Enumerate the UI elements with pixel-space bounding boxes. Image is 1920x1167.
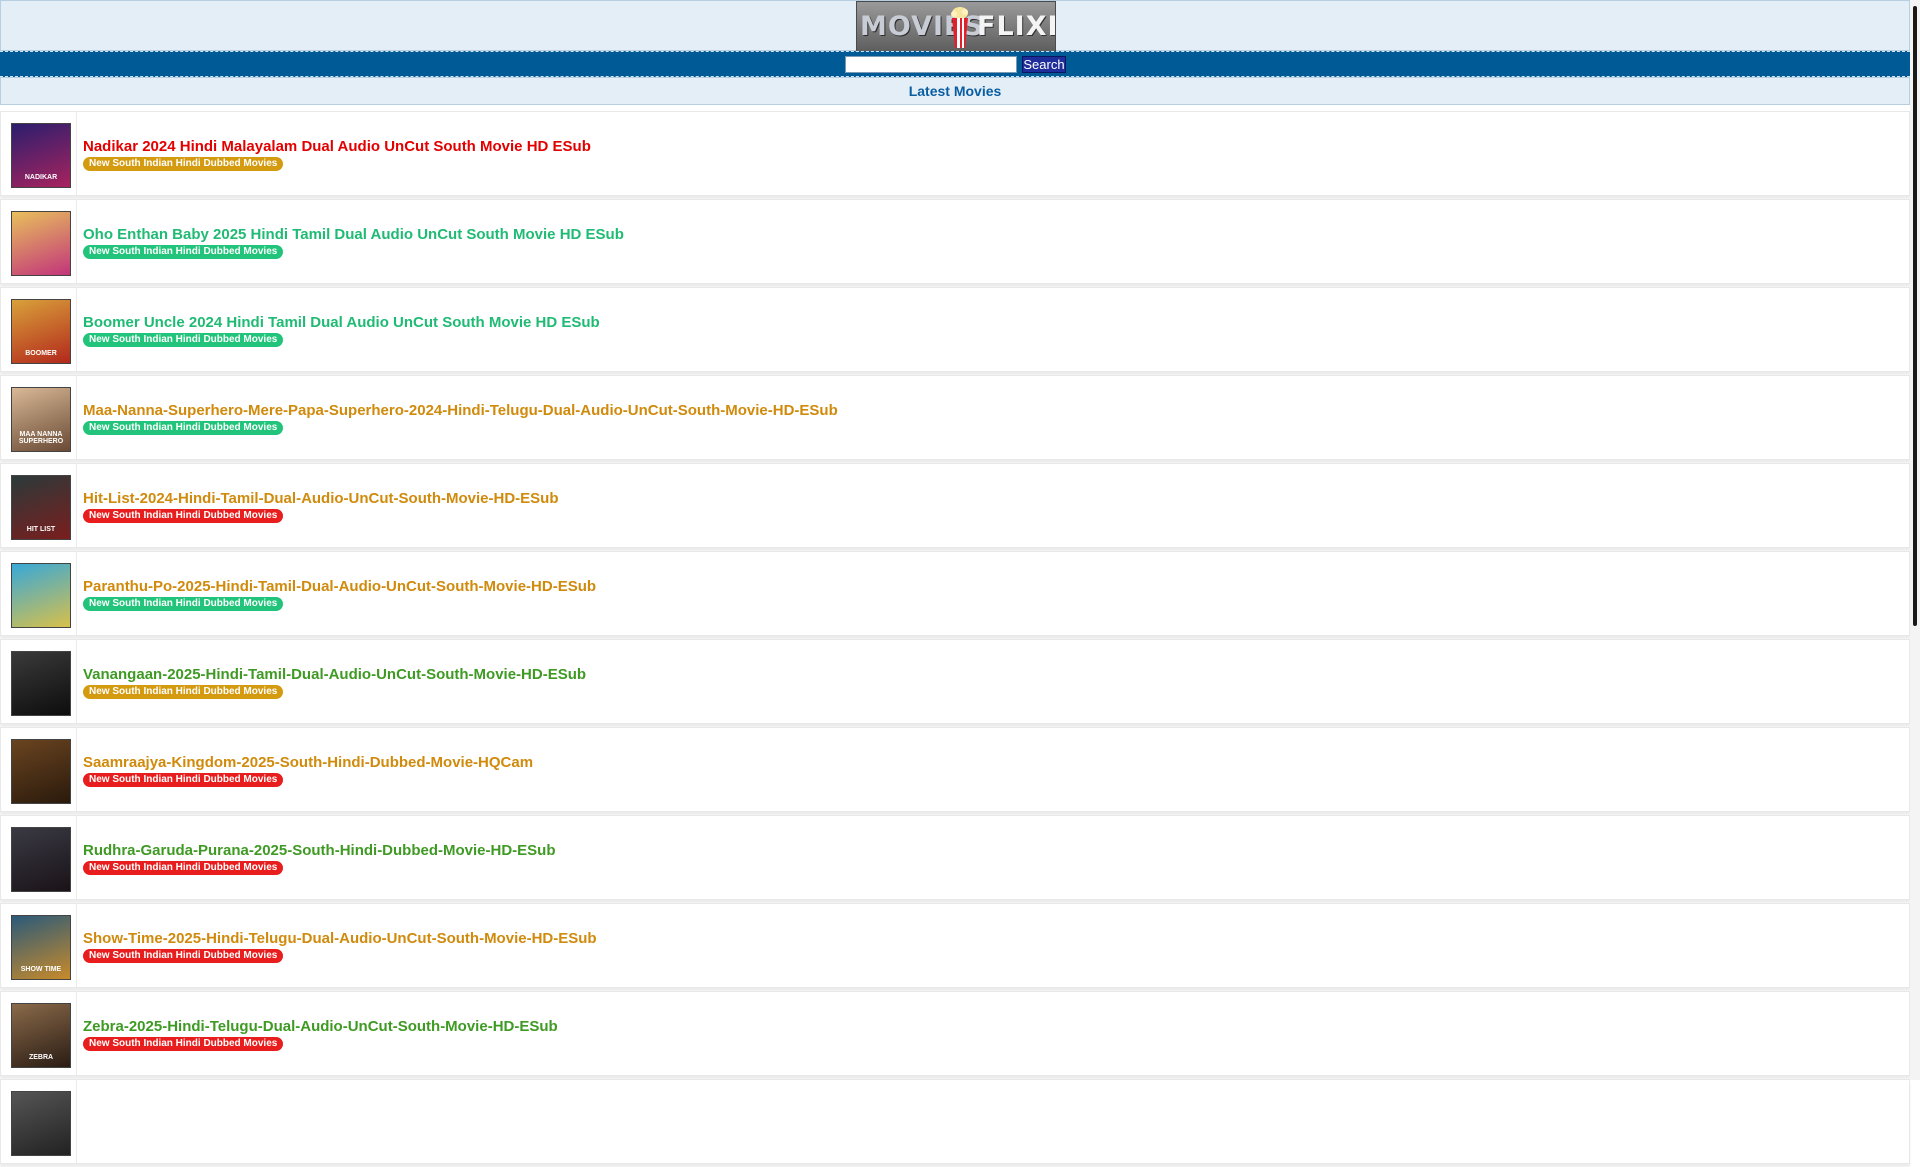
poster-cell: NADIKAR bbox=[1, 112, 77, 196]
movie-list-item[interactable]: Oho Enthan Baby 2025 Hindi Tamil Dual Au… bbox=[0, 199, 1910, 284]
movie-poster[interactable] bbox=[11, 827, 71, 892]
category-badge[interactable]: New South Indian Hindi Dubbed Movies bbox=[83, 597, 284, 611]
poster-text: SHOW TIME bbox=[20, 966, 62, 973]
movie-list-item[interactable]: HIT LIST Hit-List-2024-Hindi-Tamil-Dual-A… bbox=[0, 463, 1910, 548]
movie-poster[interactable] bbox=[11, 563, 71, 628]
movie-poster[interactable]: BOOMER bbox=[11, 299, 71, 364]
movie-list-item[interactable] bbox=[0, 1079, 1910, 1164]
movie-list-item[interactable]: Vanangaan-2025-Hindi-Tamil-Dual-Audio-Un… bbox=[0, 639, 1910, 724]
poster-text: NADIKAR bbox=[24, 174, 58, 181]
movie-title-link[interactable]: Oho Enthan Baby 2025 Hindi Tamil Dual Au… bbox=[83, 226, 624, 243]
movie-poster[interactable]: MAA NANNA SUPERHERO bbox=[11, 387, 71, 452]
movie-title-link[interactable]: Zebra-2025-Hindi-Telugu-Dual-Audio-UnCut… bbox=[83, 1018, 558, 1035]
poster-cell bbox=[1, 728, 77, 812]
movie-title-link[interactable]: Hit-List-2024-Hindi-Tamil-Dual-Audio-UnC… bbox=[83, 490, 559, 507]
movie-poster[interactable]: HIT LIST bbox=[11, 475, 71, 540]
movie-title-link[interactable]: Paranthu-Po-2025-Hindi-Tamil-Dual-Audio-… bbox=[83, 578, 596, 595]
search-bar: Search bbox=[0, 51, 1910, 77]
site-header: MOVIES FLIXER bbox=[0, 0, 1910, 52]
poster-cell bbox=[1, 640, 77, 724]
category-badge[interactable]: New South Indian Hindi Dubbed Movies bbox=[83, 421, 284, 435]
movie-list-item[interactable]: BOOMER Boomer Uncle 2024 Hindi Tamil Dual… bbox=[0, 287, 1910, 372]
movie-list-item[interactable]: ZEBRA Zebra-2025-Hindi-Telugu-Dual-Audio-… bbox=[0, 991, 1910, 1076]
movie-title-link[interactable]: Rudhra-Garuda-Purana-2025-South-Hindi-Du… bbox=[83, 842, 556, 859]
poster-cell: BOOMER bbox=[1, 288, 77, 372]
poster-cell: SHOW TIME bbox=[1, 904, 77, 988]
poster-cell: ZEBRA bbox=[1, 992, 77, 1076]
category-badge[interactable]: New South Indian Hindi Dubbed Movies bbox=[83, 333, 284, 347]
section-title: Latest Movies bbox=[0, 77, 1910, 105]
movie-poster[interactable] bbox=[11, 651, 71, 716]
poster-cell: HIT LIST bbox=[1, 464, 77, 548]
search-button[interactable]: Search bbox=[1022, 56, 1066, 73]
poster-cell bbox=[1, 1080, 77, 1164]
category-badge[interactable]: New South Indian Hindi Dubbed Movies bbox=[83, 245, 284, 259]
movie-poster[interactable]: ZEBRA bbox=[11, 1003, 71, 1068]
movie-list-item[interactable]: MAA NANNA SUPERHERO Maa-Nanna-Superhero-M… bbox=[0, 375, 1910, 460]
poster-cell bbox=[1, 816, 77, 900]
category-badge[interactable]: New South Indian Hindi Dubbed Movies bbox=[83, 773, 284, 787]
poster-text: MAA NANNA SUPERHERO bbox=[18, 431, 64, 445]
movie-title-link[interactable]: Nadikar 2024 Hindi Malayalam Dual Audio … bbox=[83, 138, 591, 155]
category-badge[interactable]: New South Indian Hindi Dubbed Movies bbox=[83, 861, 284, 875]
movie-poster[interactable] bbox=[11, 739, 71, 804]
movie-poster[interactable] bbox=[11, 1091, 71, 1156]
movie-poster[interactable]: NADIKAR bbox=[11, 123, 71, 188]
popcorn-icon bbox=[951, 7, 968, 48]
movie-list-item[interactable]: Rudhra-Garuda-Purana-2025-South-Hindi-Du… bbox=[0, 815, 1910, 900]
movie-list-item[interactable]: Paranthu-Po-2025-Hindi-Tamil-Dual-Audio-… bbox=[0, 551, 1910, 636]
movie-title-link[interactable]: Vanangaan-2025-Hindi-Tamil-Dual-Audio-Un… bbox=[83, 666, 586, 683]
search-input[interactable] bbox=[845, 56, 1017, 73]
movie-list-item[interactable]: NADIKAR Nadikar 2024 Hindi Malayalam Dual… bbox=[0, 111, 1910, 196]
poster-text: BOOMER bbox=[25, 350, 57, 357]
poster-cell bbox=[1, 552, 77, 636]
movie-title-link[interactable]: Boomer Uncle 2024 Hindi Tamil Dual Audio… bbox=[83, 314, 600, 331]
movie-list: NADIKAR Nadikar 2024 Hindi Malayalam Dual… bbox=[0, 105, 1910, 1164]
movie-list-item[interactable]: Saamraajya-Kingdom-2025-South-Hindi-Dubb… bbox=[0, 727, 1910, 812]
category-badge[interactable]: New South Indian Hindi Dubbed Movies bbox=[83, 685, 284, 699]
movie-poster[interactable]: SHOW TIME bbox=[11, 915, 71, 980]
movie-title-link[interactable]: Saamraajya-Kingdom-2025-South-Hindi-Dubb… bbox=[83, 754, 533, 771]
movie-title-link[interactable]: Show-Time-2025-Hindi-Telugu-Dual-Audio-U… bbox=[83, 930, 597, 947]
movie-title-link[interactable]: Maa-Nanna-Superhero-Mere-Papa-Superhero-… bbox=[83, 402, 838, 419]
category-badge[interactable]: New South Indian Hindi Dubbed Movies bbox=[83, 157, 284, 171]
category-badge[interactable]: New South Indian Hindi Dubbed Movies bbox=[83, 509, 284, 523]
category-badge[interactable]: New South Indian Hindi Dubbed Movies bbox=[83, 949, 284, 963]
logo-text-right: FLIXER bbox=[977, 11, 1055, 42]
page-scrollbar[interactable] bbox=[1910, 0, 1920, 1080]
scrollbar-thumb[interactable] bbox=[1913, 6, 1917, 626]
poster-cell: MAA NANNA SUPERHERO bbox=[1, 376, 77, 460]
site-logo[interactable]: MOVIES FLIXER bbox=[856, 1, 1056, 52]
poster-text: HIT LIST bbox=[26, 526, 56, 533]
poster-cell bbox=[1, 200, 77, 284]
movie-list-item[interactable]: SHOW TIME Show-Time-2025-Hindi-Telugu-Dua… bbox=[0, 903, 1910, 988]
page: MOVIES FLIXER Search Latest Movies NADIK… bbox=[0, 0, 1910, 1167]
category-badge[interactable]: New South Indian Hindi Dubbed Movies bbox=[83, 1037, 284, 1051]
movie-poster[interactable] bbox=[11, 211, 71, 276]
poster-text: ZEBRA bbox=[28, 1054, 54, 1061]
